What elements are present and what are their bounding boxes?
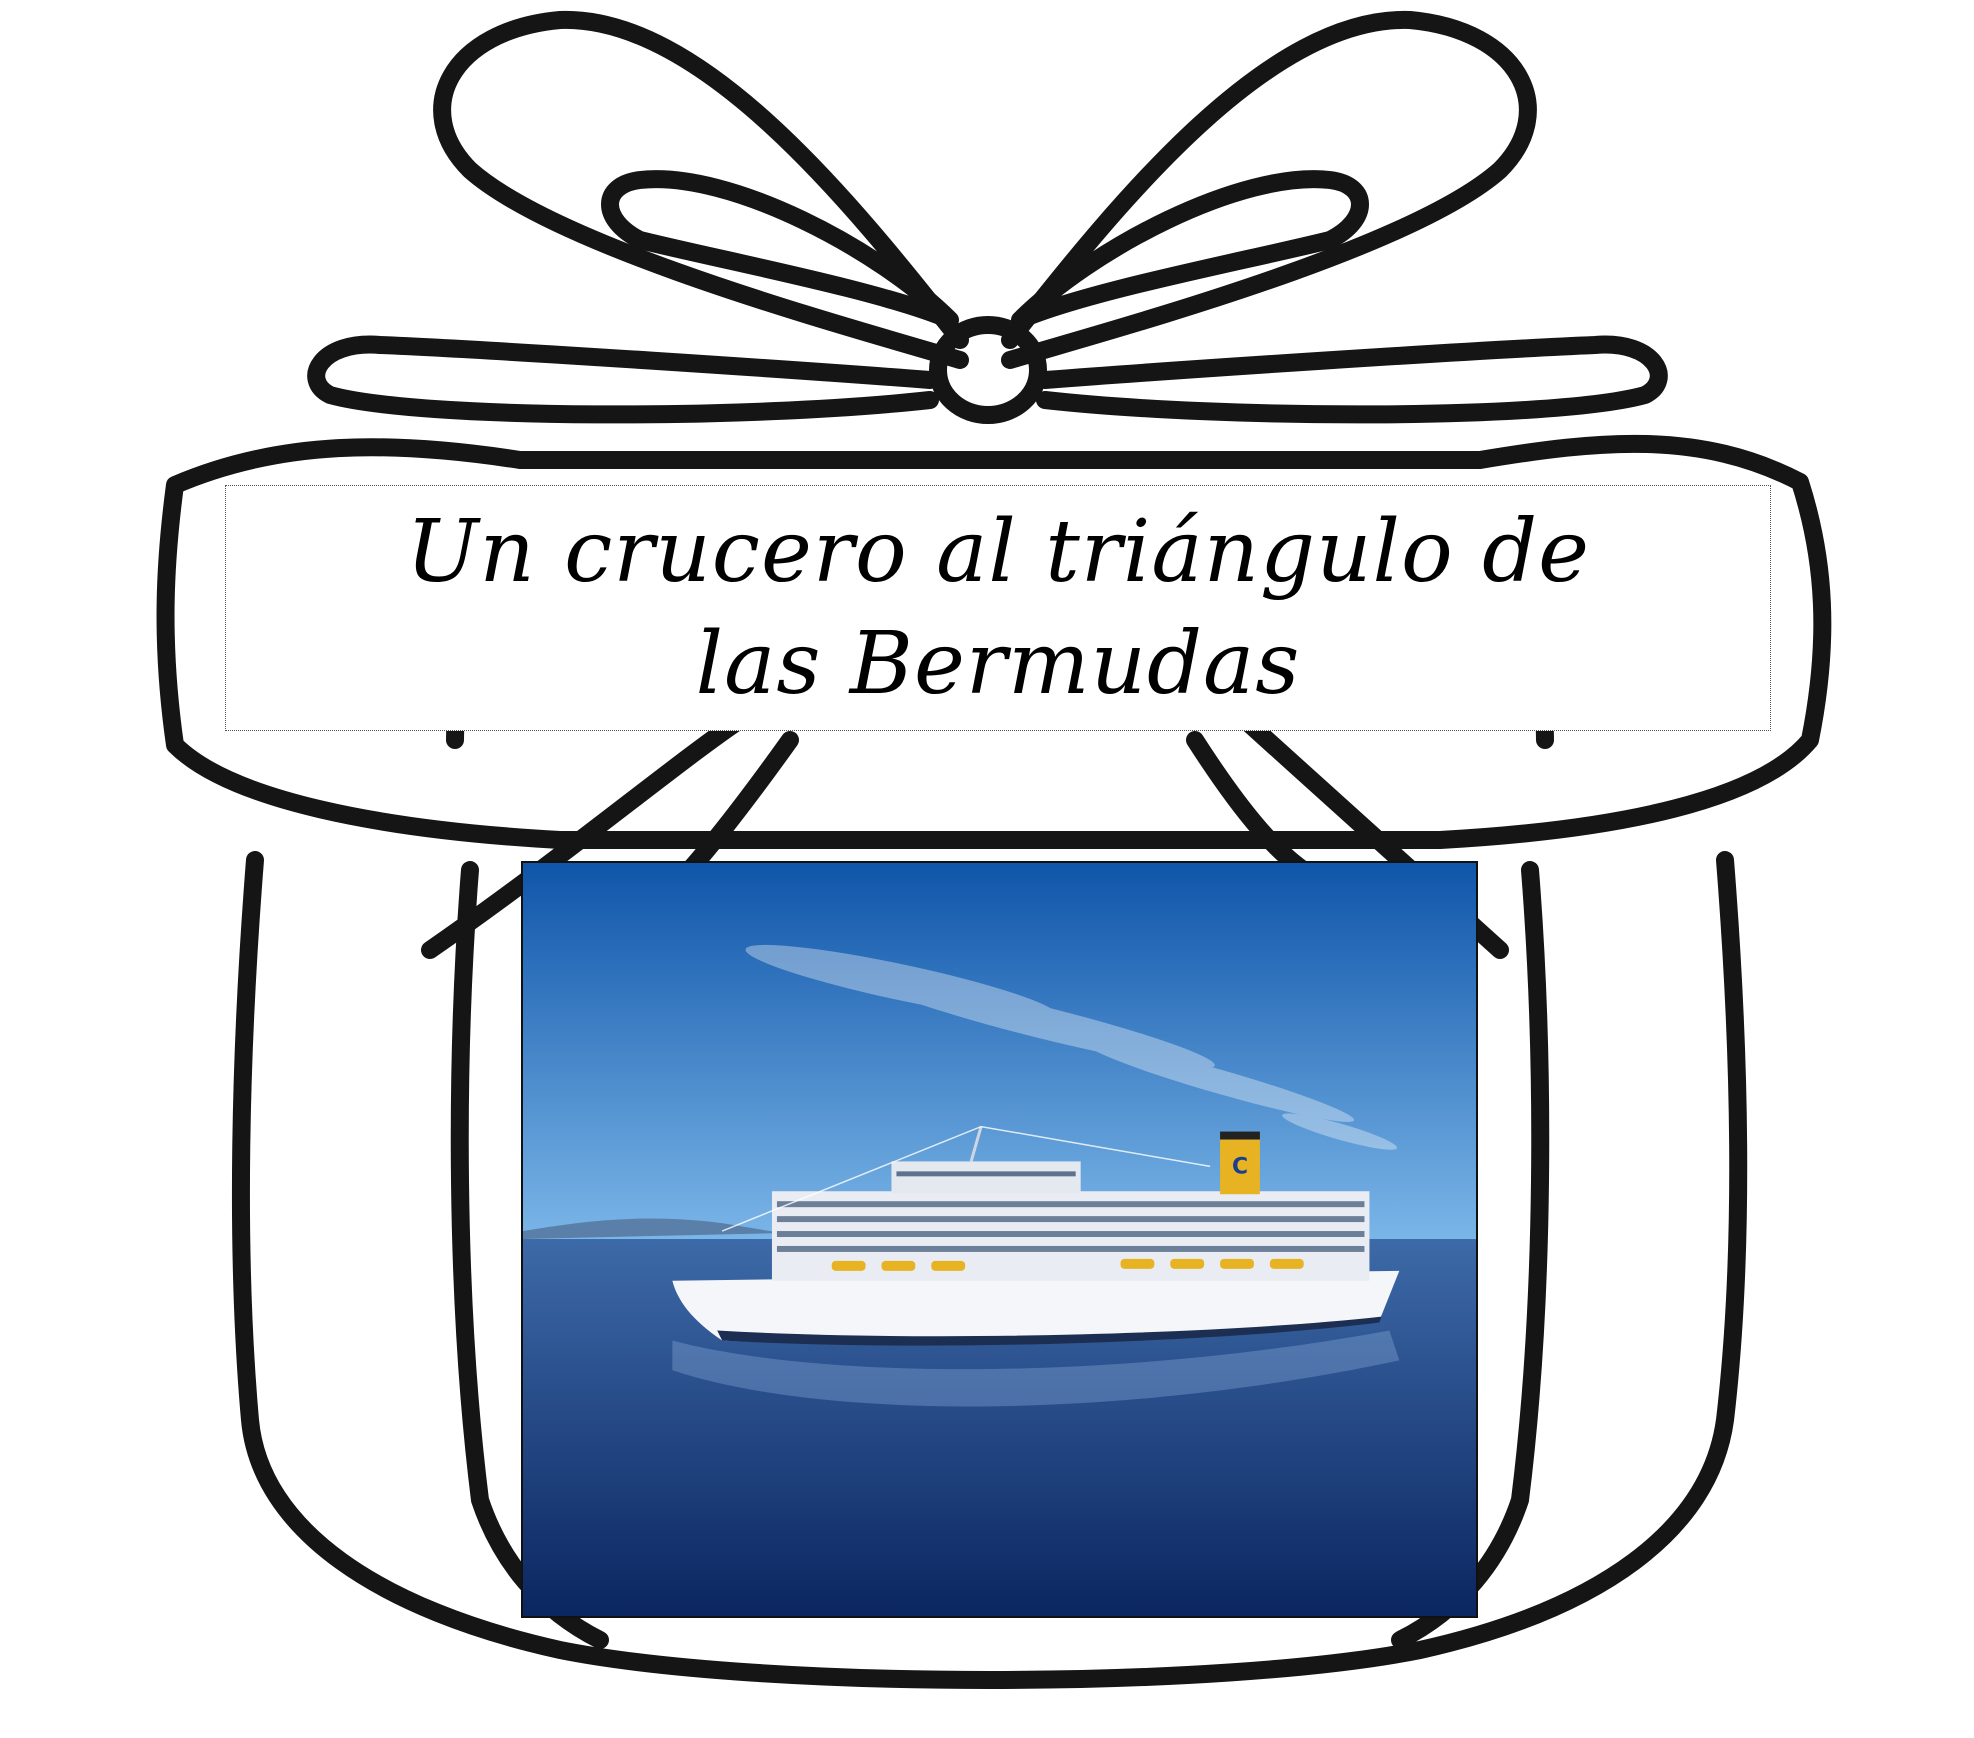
title-text: Un crucero al triángulo de las Bermudas (405, 502, 1591, 714)
bow-side-right (1036, 335, 1668, 424)
cruise-ship-photo: C (521, 861, 1478, 1618)
bow-knot (929, 316, 1047, 424)
bow-side-left (307, 335, 939, 424)
title-banner: Un crucero al triángulo de las Bermudas (225, 485, 1771, 731)
svg-text:C: C (1232, 1154, 1248, 1179)
